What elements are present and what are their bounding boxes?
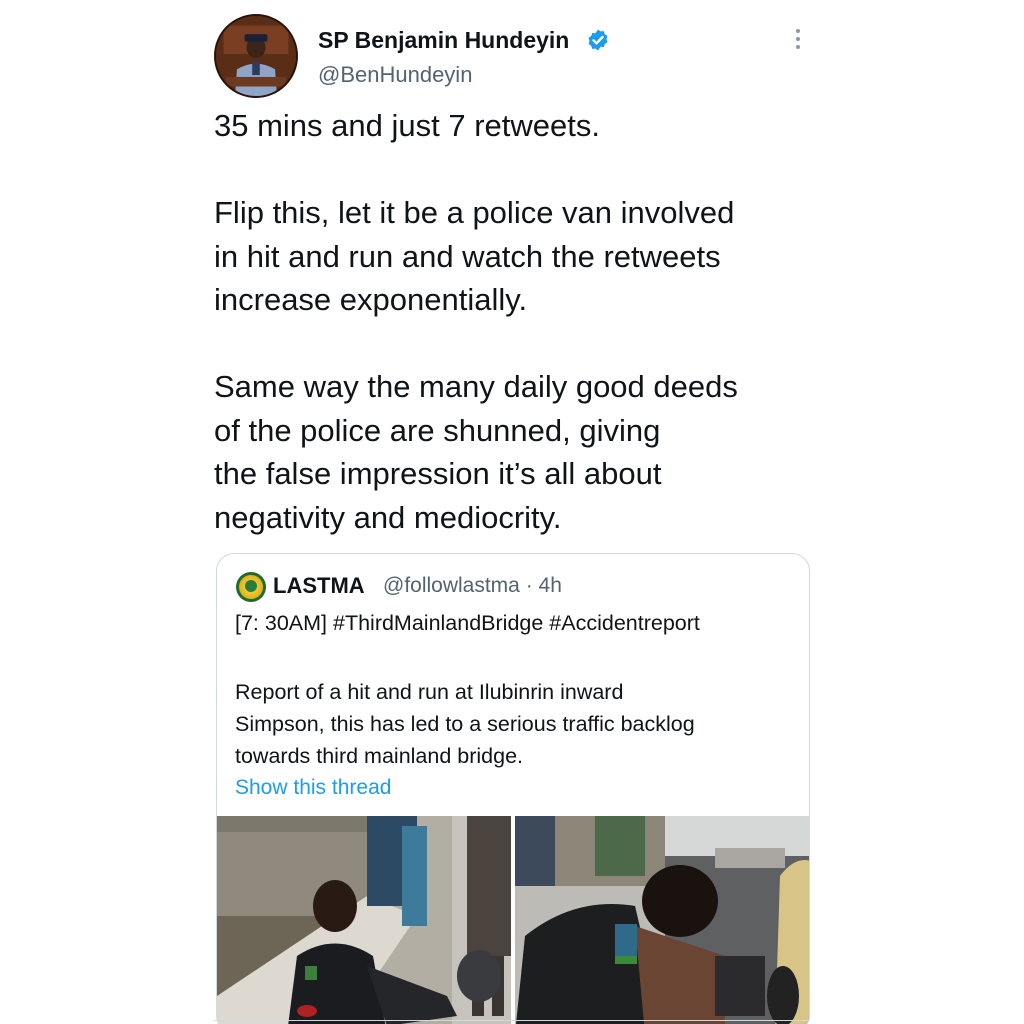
author-handle[interactable]: @BenHundeyin (318, 62, 472, 88)
accident-photo-right-image (515, 816, 809, 1024)
quoted-body-line: towards third mainland bridge. (235, 744, 524, 768)
tweet-line: increase exponentially. (214, 282, 528, 317)
show-thread-link[interactable]: Show this thread (235, 776, 391, 800)
quoted-tweet-card[interactable]: LASTMA @followlastma · 4h [7: 30AM] #Thi… (216, 553, 810, 1024)
quoted-body-line: Report of a hit and run at Ilubinrin inw… (235, 680, 624, 704)
tweet-line: in hit and run and watch the retweets (214, 238, 721, 274)
quoted-author-handle[interactable]: @followlastma · 4h (383, 574, 562, 598)
accident-photo-right[interactable] (515, 816, 809, 1024)
quoted-author-name[interactable]: LASTMA (273, 573, 365, 599)
tweet: SP Benjamin Hundeyin @BenHundeyin 35 min… (0, 0, 1024, 1024)
tweet-paragraph: Flip this, let it be a police van involv… (214, 191, 824, 322)
quoted-body-line: Simpson, this has led to a serious traff… (235, 712, 695, 736)
more-options-icon[interactable] (784, 24, 812, 54)
more-dot (796, 29, 800, 33)
accident-photo-left[interactable] (217, 816, 511, 1024)
tweet-paragraph: Same way the many daily good deeds of th… (214, 365, 824, 539)
tweet-text: 35 mins and just 7 retweets. Flip this, … (214, 104, 824, 539)
tweet-line: of the police are shunned, giving (214, 412, 661, 448)
tweet-line: 35 mins and just 7 retweets. (214, 108, 600, 143)
verified-badge-icon (588, 29, 608, 51)
quoted-body: Report of a hit and run at Ilubinrin inw… (235, 676, 795, 772)
divider (214, 1020, 810, 1021)
author-name[interactable]: SP Benjamin Hundeyin (318, 27, 569, 54)
more-dot (796, 45, 800, 49)
tweet-line: the false impression it’s all about (214, 456, 662, 491)
tweet-line: Same way the many daily good deeds (214, 369, 738, 404)
more-dot (796, 37, 800, 41)
tweet-paragraph: 35 mins and just 7 retweets. (214, 104, 824, 148)
author-avatar[interactable] (214, 14, 298, 98)
tweet-line: negativity and mediocrity. (214, 499, 562, 535)
tweet-line: Flip this, let it be a police van involv… (214, 195, 735, 230)
author-avatar-image (216, 16, 296, 96)
quoted-author-avatar[interactable] (236, 572, 266, 602)
accident-photo-left-image (217, 816, 511, 1024)
quoted-headline: [7: 30AM] #ThirdMainlandBridge #Accident… (235, 611, 700, 635)
